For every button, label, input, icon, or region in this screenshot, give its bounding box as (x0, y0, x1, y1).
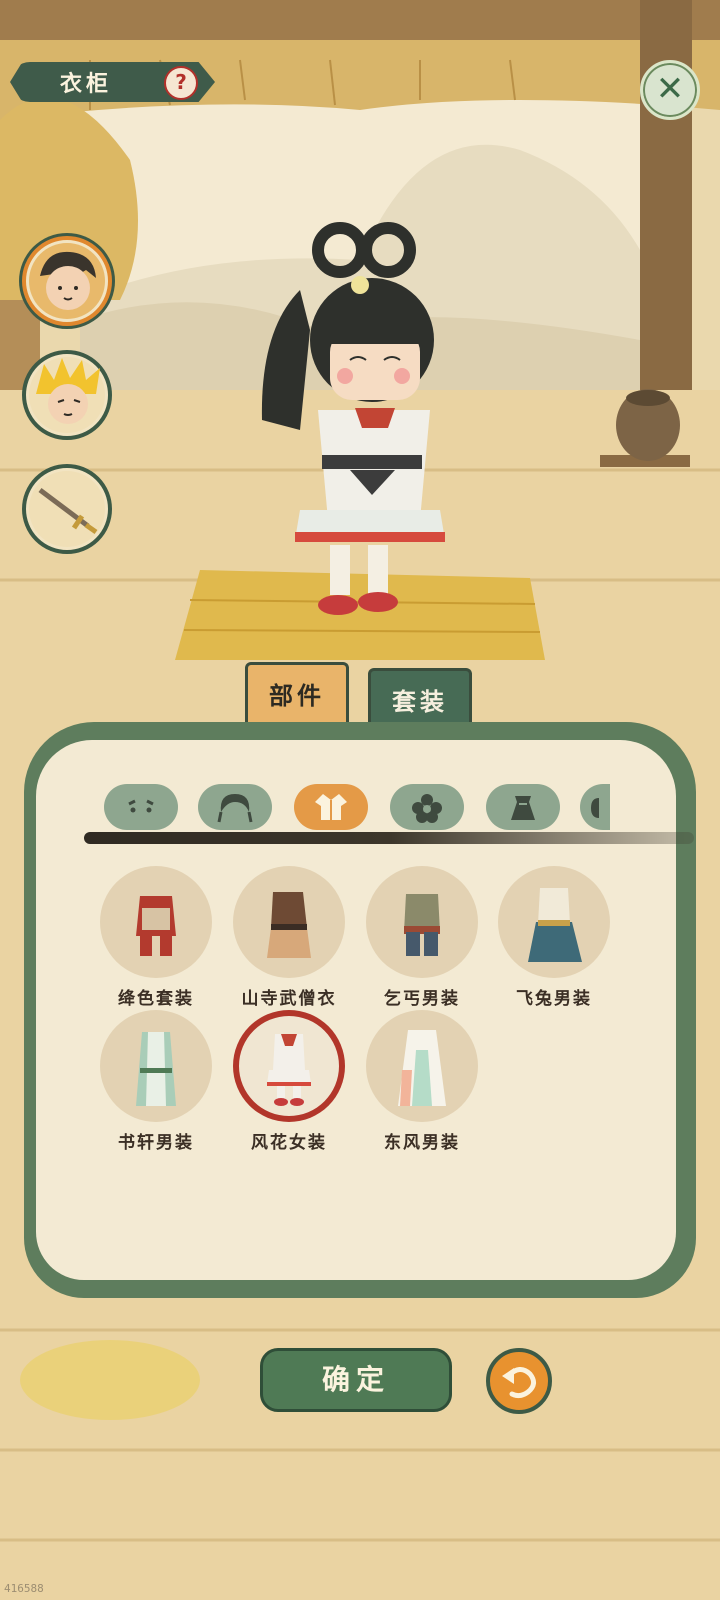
outfit-item[interactable]: 飞兔男装 (498, 866, 610, 1009)
flower-dress-icon (267, 1034, 311, 1106)
category-more[interactable] (580, 784, 610, 830)
character-slot-sword[interactable] (22, 464, 112, 554)
brush-divider (84, 832, 694, 844)
boy-avatar-icon (29, 243, 105, 319)
bag-icon (511, 796, 535, 820)
category-face[interactable] (104, 784, 178, 830)
outfit-item[interactable]: 绛色套装 (100, 866, 212, 1009)
clothes-icon (315, 794, 347, 820)
outfit-label: 乞丐男装 (384, 989, 460, 1009)
scholar-outfit-icon (136, 1032, 176, 1106)
close-icon[interactable]: ✕ (640, 60, 700, 120)
sword-icon (29, 471, 105, 547)
build-id: 416588 (4, 1582, 44, 1595)
outfit-label: 山寺武僧衣 (241, 989, 337, 1009)
outfit-item[interactable]: 书轩男装 (100, 1010, 212, 1153)
character-slot-golden[interactable] (22, 350, 112, 440)
hair-icon (217, 794, 253, 823)
more-icon (591, 798, 599, 818)
confirm-button[interactable]: 确定 (260, 1348, 452, 1412)
outfit-label: 绛色套装 (118, 989, 194, 1009)
outfit-item[interactable]: 东风男装 (366, 1010, 478, 1153)
face-icon (128, 799, 154, 813)
flower-icon (412, 794, 442, 823)
rabbit-outfit-icon (528, 888, 582, 962)
page-title: 衣柜 (60, 71, 113, 97)
outfit-label: 东风男装 (384, 1133, 460, 1153)
tab-sets[interactable]: 套装 (368, 668, 472, 730)
monk-robe-icon (267, 892, 311, 958)
category-clothes[interactable] (294, 784, 368, 830)
category-hair[interactable] (198, 784, 272, 830)
outfit-item[interactable]: 乞丐男装 (366, 866, 478, 1009)
outfit-item-selected[interactable]: 风花女装 (233, 1010, 345, 1153)
outfit-label: 风花女装 (251, 1133, 327, 1153)
return-arrow-icon (502, 1367, 536, 1399)
red-set-icon (136, 896, 176, 956)
beggar-outfit-icon (404, 894, 440, 956)
outfit-label: 书轩男装 (118, 1133, 194, 1153)
tab-parts[interactable]: 部件 (245, 662, 349, 724)
back-button[interactable] (486, 1348, 552, 1414)
category-bag[interactable] (486, 784, 560, 830)
outfit-label: 飞兔男装 (516, 989, 592, 1009)
category-accessory[interactable] (390, 784, 464, 830)
golden-hair-avatar-icon (29, 357, 105, 433)
east-wind-outfit-icon (398, 1030, 446, 1106)
outfit-item[interactable]: 山寺武僧衣 (233, 866, 345, 1009)
character-slot-boy[interactable] (22, 236, 112, 326)
help-icon[interactable]: ? (164, 66, 198, 100)
